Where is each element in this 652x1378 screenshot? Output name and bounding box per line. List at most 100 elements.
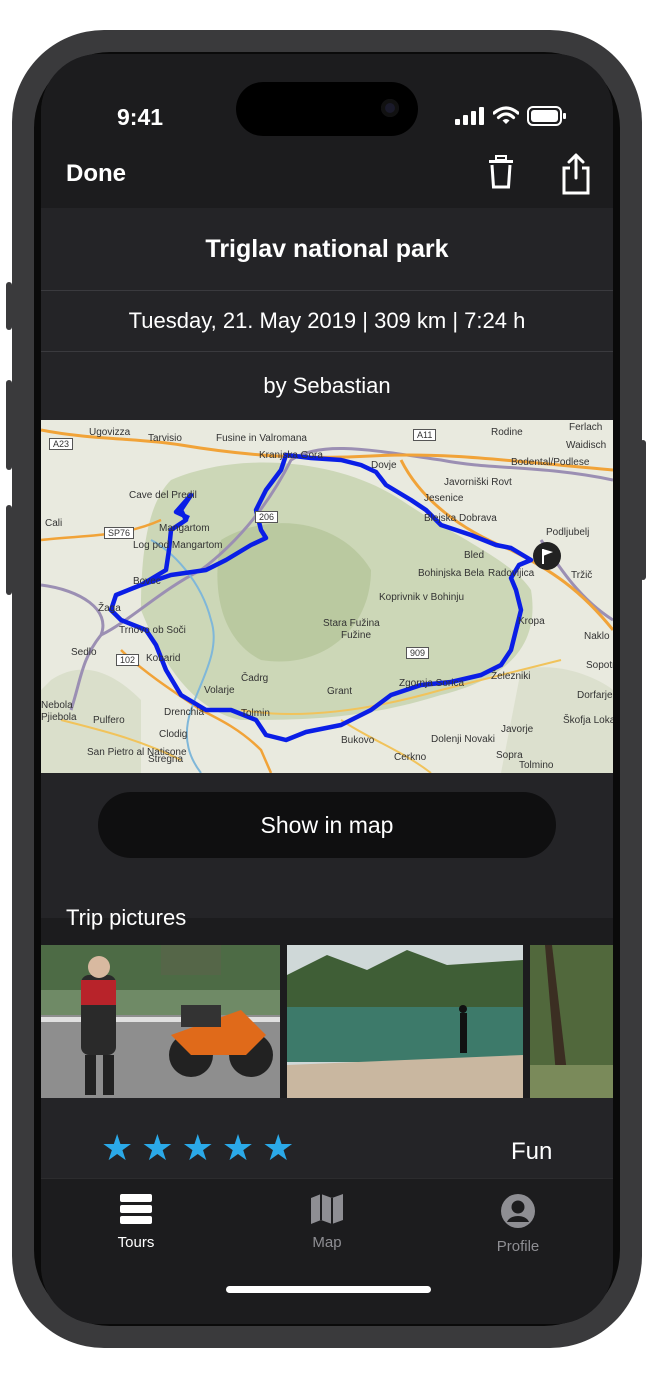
map-label: Pjiebola (41, 712, 77, 723)
action-button (6, 282, 12, 330)
tab-label: Profile (496, 1238, 540, 1255)
list-icon (120, 1194, 152, 1224)
trip-meta: Tuesday, 21. May 2019 | 309 km | 7:24 h (41, 291, 613, 351)
road-badge: SP76 (104, 527, 135, 539)
map-label: Tarvisio (148, 433, 182, 444)
map-label: Tolmino (519, 760, 554, 771)
map-label: Nebola (41, 700, 73, 711)
screen: 9:41 Done Triglav national park Tuesday,… (41, 54, 613, 1324)
photo-gallery[interactable] (41, 945, 613, 1098)
road-badge: 206 (255, 511, 279, 523)
battery-icon (527, 106, 566, 126)
trip-author: by Sebastian (41, 352, 613, 420)
map-label: Cerkno (394, 752, 427, 763)
map-icon (311, 1194, 343, 1224)
wifi-icon (493, 106, 519, 124)
map-label: Fusine in Valromana (216, 433, 307, 444)
person-icon (501, 1194, 535, 1228)
volume-up-button (6, 380, 12, 470)
map-label: Cave del Predil (129, 490, 197, 501)
status-time: 9:41 (117, 104, 164, 130)
star-icon[interactable]: ★ (182, 1130, 214, 1166)
star-icon[interactable]: ★ (101, 1130, 133, 1166)
trip-photo[interactable] (41, 945, 280, 1098)
map-label: Bovec (133, 576, 161, 587)
tab-tours[interactable]: Tours (76, 1193, 196, 1251)
map-label: Kropa (518, 616, 545, 627)
map-label: Volarje (204, 685, 235, 696)
status-icons (455, 106, 567, 126)
photo-forest (530, 945, 613, 1098)
road-badge: 909 (406, 647, 430, 659)
front-camera (381, 99, 399, 117)
map-label: Bohinjska Bela (418, 568, 485, 579)
map-label: Dovje (371, 460, 397, 471)
tab-profile[interactable]: Profile (458, 1193, 578, 1255)
map-label: Podljubelj (546, 527, 590, 538)
volume-down-button (6, 505, 12, 595)
map-label: Rodine (491, 427, 523, 438)
map-label: Žaga (98, 603, 121, 614)
trip-detail: Triglav national park Tuesday, 21. May 2… (41, 208, 613, 1178)
done-button[interactable]: Done (66, 160, 126, 188)
map-label: Pulfero (93, 715, 125, 726)
map-label: Dorfarje (577, 690, 613, 701)
map-label: Jesenice (424, 493, 464, 504)
tab-label: Map (312, 1234, 342, 1251)
map-label: Ferlach (569, 422, 603, 433)
map-label: Trnovo ob Soči (119, 625, 186, 636)
map-label: Dolenji Novaki (431, 734, 495, 745)
map-label: Mangartom (159, 523, 210, 534)
map-label: Waidisch (566, 440, 607, 451)
map-label: Javorniški Rovt (444, 477, 512, 488)
map-label: Sedlo (71, 647, 97, 658)
map-label: Javorje (501, 724, 534, 735)
map-label: Radovljica (488, 568, 535, 579)
trip-pictures-heading: Trip pictures (66, 905, 187, 930)
map-label: Drenchia (164, 707, 205, 718)
show-map-section: Show in map (41, 773, 613, 918)
map-label: Bled (464, 550, 485, 561)
photo-lake (287, 945, 523, 1098)
map-label: Škofja Loka (563, 715, 613, 726)
star-rating[interactable]: ★ ★ ★ ★ ★ (101, 1130, 294, 1166)
star-icon[interactable]: ★ (262, 1130, 294, 1166)
share-icon[interactable] (560, 152, 592, 196)
map-label: Bukovo (341, 735, 375, 746)
home-indicator[interactable] (226, 1286, 431, 1293)
map-canvas (41, 420, 613, 773)
navigation-bar: Done (41, 144, 613, 208)
map-label: Sopotnica (586, 660, 613, 671)
map-label: Stregna (148, 754, 184, 765)
trip-title: Triglav national park (41, 208, 613, 290)
road-badge: 102 (116, 654, 140, 666)
star-icon[interactable]: ★ (141, 1130, 173, 1166)
trash-icon[interactable] (486, 154, 516, 194)
map-label: Naklo (584, 631, 610, 642)
trip-photo[interactable] (530, 945, 613, 1098)
map-label: Tolmin (241, 708, 270, 719)
map-label: Log pod Mangartom (133, 540, 223, 551)
trip-photo[interactable] (287, 945, 523, 1098)
star-icon[interactable]: ★ (222, 1130, 254, 1166)
map-label: Ugovizza (89, 427, 131, 438)
map-label: Fužine (341, 630, 372, 641)
map-label: Bodental/Podlese (511, 457, 590, 468)
tab-label: Tours (117, 1234, 155, 1251)
map-label: Kranjska Gora (259, 450, 323, 461)
show-in-map-button[interactable]: Show in map (98, 792, 556, 858)
cellular-signal-icon (455, 107, 484, 125)
photo-rider-motorcycle (41, 945, 280, 1098)
map-label: Zgornja Sorica (399, 678, 465, 689)
map-label: Kobarid (146, 653, 181, 664)
map-label: Blejska Dobrava (424, 513, 497, 524)
map-label: Tržič (571, 570, 593, 581)
status-bar: 9:41 (41, 54, 613, 144)
tab-map[interactable]: Map (267, 1193, 387, 1251)
map-label: Čadrg (241, 673, 269, 684)
rating-row: ★ ★ ★ ★ ★ Fun (41, 1098, 613, 1178)
map-label: Clodig (159, 729, 188, 740)
route-map[interactable]: Ugovizza Tarvisio Fusine in Valromana Kr… (41, 420, 613, 773)
map-label: Stara Fužina (323, 618, 380, 629)
road-badge: A23 (49, 438, 74, 450)
